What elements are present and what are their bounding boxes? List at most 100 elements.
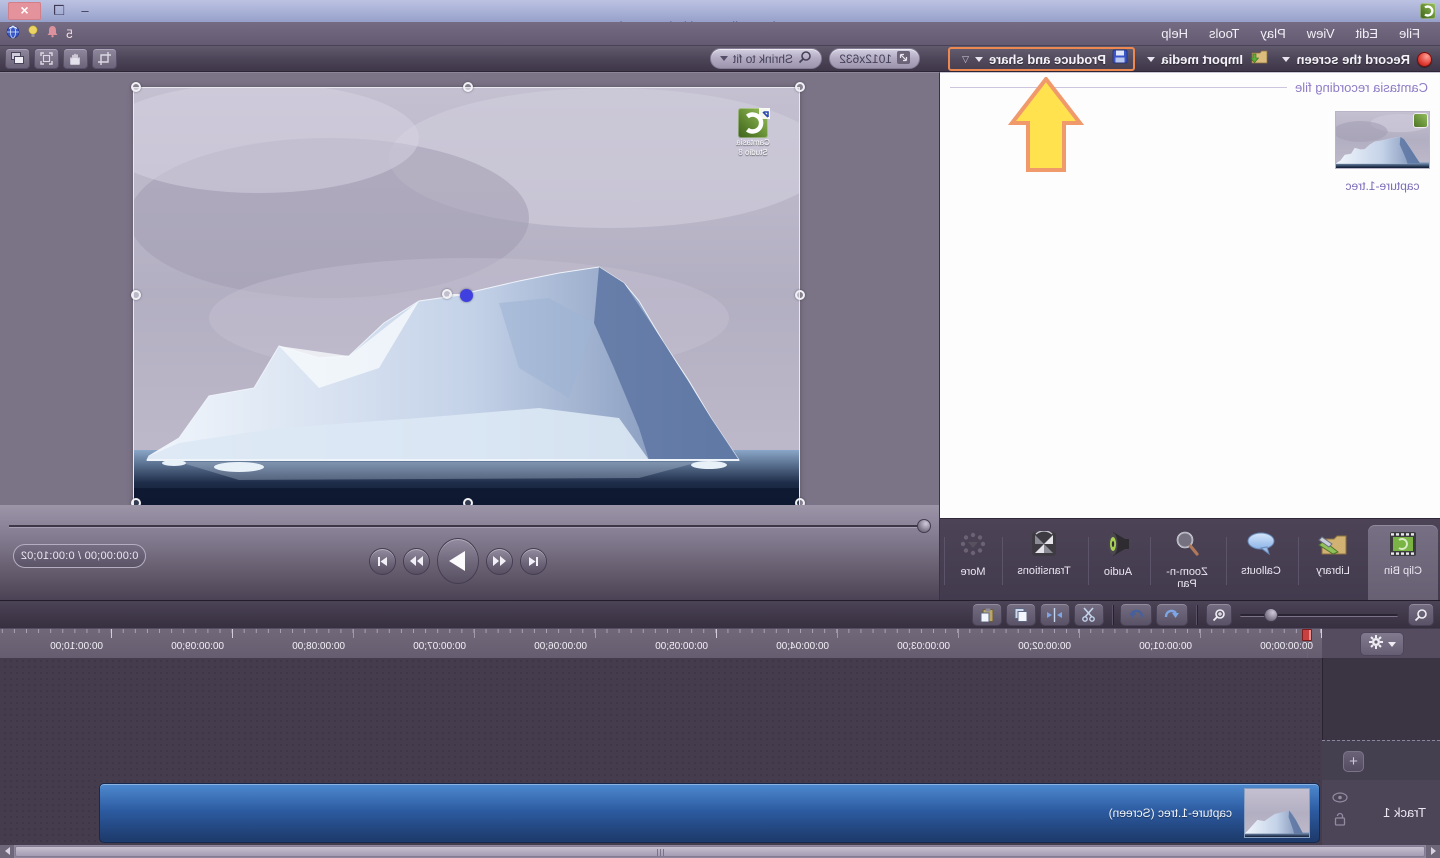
globe-icon[interactable] <box>6 25 20 44</box>
audio-icon <box>1103 531 1133 563</box>
menu-item-help[interactable]: Help <box>1159 26 1190 41</box>
produce-label: Produce and share <box>989 52 1106 67</box>
playback-bar: 0:00:00;00 / 0:00:10;02 <box>0 505 940 600</box>
lightbulb-icon[interactable] <box>27 25 39 43</box>
track-lock-toggle[interactable] <box>1334 812 1346 831</box>
timeline-ruler[interactable]: 00:00:00;00 00:00:01;00 00:00:02;00 00:0… <box>0 628 1322 658</box>
track-name: Track 1 <box>1383 805 1426 820</box>
track-visibility-toggle[interactable] <box>1332 790 1348 808</box>
playhead-marker[interactable] <box>1302 629 1312 641</box>
chevron-down-icon <box>1388 642 1396 647</box>
tab-label: Clip Bin <box>1384 565 1422 577</box>
callout-arrow-annotation <box>1008 77 1084 172</box>
restore-button[interactable]: ❐ <box>52 2 66 20</box>
library-icon <box>1318 531 1348 562</box>
menu-item-tools[interactable]: Tools <box>1207 26 1241 41</box>
copy-icon[interactable] <box>1006 603 1036 626</box>
timeline-tracks-area[interactable]: capture-1.trec (Screen) <box>0 658 1322 845</box>
seek-thumb[interactable] <box>917 519 931 533</box>
scrollbar-thumb[interactable] <box>15 846 1425 857</box>
import-media-icon <box>1249 49 1268 70</box>
cut-scissors-icon[interactable] <box>1074 603 1104 626</box>
chevron-down-icon <box>720 56 728 61</box>
resize-handle-nw[interactable] <box>795 82 805 92</box>
bell-icon[interactable] <box>46 25 59 43</box>
transitions-icon <box>1030 531 1058 562</box>
tab-clip-bin[interactable]: Clip Bin <box>1368 525 1438 601</box>
tab-label: Zoom-n-Pan <box>1158 566 1216 590</box>
tab-audio[interactable]: Audio <box>1088 525 1148 601</box>
clip-name[interactable]: capture-1.trec <box>1325 179 1440 193</box>
close-button[interactable]: × <box>8 2 41 20</box>
main-toolbar: Record the screen Import media Produce a… <box>0 46 1440 72</box>
pan-hand-icon[interactable] <box>63 48 88 69</box>
timeline-clip-label: capture-1.trec (Screen) <box>1109 806 1232 820</box>
preview-pane: Camtasia Studio 8 <box>0 72 940 505</box>
menu-item-file[interactable]: File <box>1397 26 1422 41</box>
tab-zoom-n-pan[interactable]: Zoom-n-Pan <box>1150 525 1224 601</box>
timeline-zoom-thumb[interactable] <box>1264 608 1278 622</box>
zoom-mode-button[interactable]: Shrink to fit <box>710 48 822 69</box>
detach-canvas-icon[interactable] <box>5 48 30 69</box>
notification-count: 5 <box>66 27 73 41</box>
preview-canvas[interactable]: Camtasia Studio 8 <box>134 88 799 505</box>
next-frame-button[interactable] <box>369 548 396 575</box>
tab-label: More <box>960 566 985 578</box>
track-header-column: + Track 1 <box>1322 658 1440 845</box>
ruler-label: 00:00:02;00 <box>1018 641 1071 652</box>
add-track-button[interactable]: + <box>1343 751 1364 772</box>
track-options-button[interactable] <box>1360 632 1404 656</box>
clip-bin-icon <box>1388 531 1418 562</box>
split-icon[interactable] <box>1040 603 1070 626</box>
rotation-handle[interactable] <box>442 289 452 299</box>
tab-label: Transitions <box>1017 565 1070 577</box>
play-button[interactable] <box>437 538 479 584</box>
menu-item-play[interactable]: Play <box>1258 26 1287 41</box>
canvas-view-buttons <box>5 48 117 69</box>
fit-to-window-icon[interactable] <box>34 48 59 69</box>
ruler-label: 00:00:08;00 <box>292 641 345 652</box>
produce-share-button[interactable]: Produce and share ▽ <box>948 47 1135 71</box>
resize-icon <box>897 51 910 67</box>
scroll-right-icon[interactable] <box>5 847 10 855</box>
tab-callouts[interactable]: Callouts <box>1226 525 1296 601</box>
resize-handle-n[interactable] <box>463 82 473 92</box>
group-rule <box>950 87 1287 88</box>
minimize-button[interactable]: – <box>78 2 92 20</box>
fast-forward-button[interactable] <box>403 548 430 575</box>
zoom-n-pan-icon <box>1173 531 1201 563</box>
rewind-button[interactable] <box>486 548 513 575</box>
zoom-in-icon[interactable] <box>1206 603 1232 626</box>
resize-handle-ne[interactable] <box>131 82 141 92</box>
track-header: Track 1 <box>1322 780 1440 845</box>
undo-icon[interactable] <box>1156 603 1188 626</box>
tab-transitions[interactable]: Transitions <box>1002 525 1086 601</box>
timeline-clip[interactable]: capture-1.trec (Screen) <box>99 783 1320 843</box>
ruler-label: 00:00:04;00 <box>776 641 829 652</box>
record-screen-button[interactable]: Record the screen <box>1282 46 1432 72</box>
canvas-size-button[interactable]: 1012x632 <box>829 48 920 69</box>
zoom-out-icon[interactable] <box>1408 603 1434 626</box>
tab-more[interactable]: More <box>944 525 1002 601</box>
redo-icon[interactable] <box>1120 603 1152 626</box>
timeline-scrollbar <box>0 845 1440 858</box>
previous-frame-button[interactable] <box>520 548 547 575</box>
clip-group-label: Camtasia recording file <box>1295 80 1428 95</box>
tab-library[interactable]: Library <box>1298 525 1368 601</box>
resize-handle-w[interactable] <box>795 290 805 300</box>
menu-status-icons: 5 <box>6 22 73 46</box>
rotation-center-dot[interactable] <box>460 289 473 302</box>
menu-item-view[interactable]: View <box>1305 26 1337 41</box>
chevron-down-icon <box>1147 57 1155 62</box>
import-media-button[interactable]: Import media <box>1147 46 1268 72</box>
scroll-left-icon[interactable] <box>1431 847 1436 855</box>
resize-handle-e[interactable] <box>131 290 141 300</box>
clip-thumbnail[interactable] <box>1335 111 1430 169</box>
more-icon <box>958 531 988 563</box>
paste-icon[interactable] <box>972 603 1002 626</box>
seek-slider[interactable] <box>9 525 929 528</box>
crop-icon[interactable] <box>92 48 117 69</box>
menu-item-edit[interactable]: Edit <box>1354 26 1380 41</box>
trec-badge-icon <box>1414 114 1427 127</box>
zoom-mode-label: Shrink to fit <box>733 52 793 66</box>
